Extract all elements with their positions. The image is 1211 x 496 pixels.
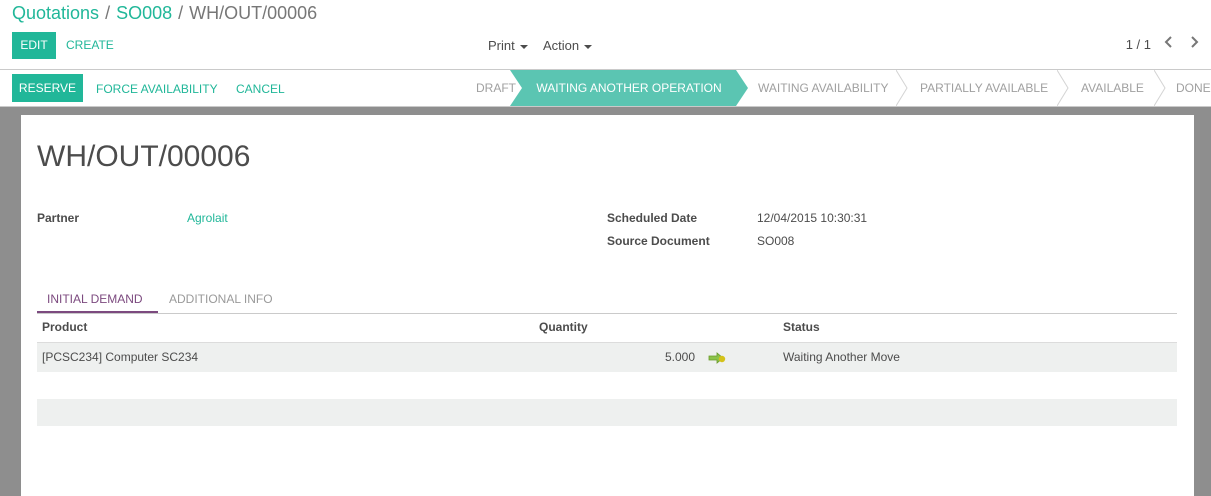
arrow-right-icon[interactable] — [708, 351, 726, 369]
stage-arrow-active-icon — [736, 70, 748, 106]
source-document-label: Source Document — [607, 234, 710, 248]
action-label: Action — [543, 38, 580, 53]
breadcrumb-separator: / — [178, 3, 184, 23]
control-panel: Quotations / SO008/WH/OUT/00006 EDIT CREAT… — [0, 0, 1211, 70]
table-footer-row — [37, 399, 1177, 426]
form-sheet: WH/OUT/00006 Partner Agrolait Scheduled … — [21, 115, 1194, 496]
table-row[interactable]: [PCSC234] Computer SC234 5.000 Waiting A… — [37, 342, 1177, 372]
pager-value[interactable]: 1 / 1 — [1126, 37, 1151, 52]
stage-separator-icon — [1057, 70, 1069, 106]
stage-done[interactable]: DONE — [1176, 70, 1211, 106]
breadcrumb-so008[interactable]: SO008 — [116, 3, 172, 23]
source-document-value: SO008 — [757, 234, 795, 248]
tab-additional-info[interactable]: ADDITIONAL INFO — [169, 292, 273, 306]
print-dropdown[interactable]: Print — [488, 38, 528, 53]
stage-partially-available[interactable]: PARTIALLY AVAILABLE — [920, 70, 1048, 106]
table-header: Product Quantity Status — [37, 314, 1177, 341]
stage-arrow-notch-icon — [510, 70, 522, 106]
chevron-right-icon[interactable] — [1188, 35, 1200, 52]
scheduled-date-value: 12/04/2015 10:30:31 — [757, 211, 868, 225]
notebook-tabs: INITIAL DEMAND ADDITIONAL INFO — [37, 287, 1177, 314]
stage-available[interactable]: AVAILABLE — [1081, 70, 1144, 106]
partner-label: Partner — [37, 211, 80, 225]
cell-quantity: 5.000 — [665, 350, 696, 364]
partner-value[interactable]: Agrolait — [187, 211, 228, 225]
reserve-button[interactable]: RESERVE — [12, 74, 83, 102]
column-quantity[interactable]: Quantity — [539, 320, 588, 334]
breadcrumb-quotations[interactable]: Quotations — [12, 3, 99, 23]
tab-initial-demand[interactable]: INITIAL DEMAND — [47, 292, 143, 306]
tab-active-underline — [37, 311, 158, 313]
column-product[interactable]: Product — [42, 320, 87, 334]
create-button[interactable]: CREATE — [66, 38, 114, 52]
caret-down-icon — [519, 44, 528, 49]
caret-down-icon — [584, 44, 593, 49]
stage-separator-icon — [1154, 70, 1166, 106]
scheduled-date-label: Scheduled Date — [607, 211, 698, 225]
breadcrumb: Quotations / SO008/WH/OUT/00006 — [12, 3, 317, 24]
edit-button[interactable]: EDIT — [12, 32, 56, 59]
breadcrumb-separator: / — [105, 3, 111, 23]
stage-separator-icon — [896, 70, 908, 106]
action-dropdown[interactable]: Action — [543, 38, 593, 53]
stage-waiting-availability[interactable]: WAITING AVAILABILITY — [758, 70, 888, 106]
chevron-left-icon[interactable] — [1163, 35, 1175, 52]
cell-product: [PCSC234] Computer SC234 — [42, 350, 199, 364]
record-title: WH/OUT/00006 — [37, 140, 251, 173]
cancel-button[interactable]: CANCEL — [236, 82, 285, 96]
status-bar: RESERVE FORCE AVAILABILITY CANCEL DRAFT … — [0, 70, 1211, 107]
stage-waiting-another-operation[interactable]: WAITING ANOTHER OPERATION — [522, 70, 736, 106]
force-availability-button[interactable]: FORCE AVAILABILITY — [96, 82, 218, 96]
column-status[interactable]: Status — [783, 320, 820, 334]
cell-status: Waiting Another Move — [783, 350, 900, 364]
print-label: Print — [488, 38, 515, 53]
breadcrumb-current: WH/OUT/00006 — [189, 3, 318, 23]
